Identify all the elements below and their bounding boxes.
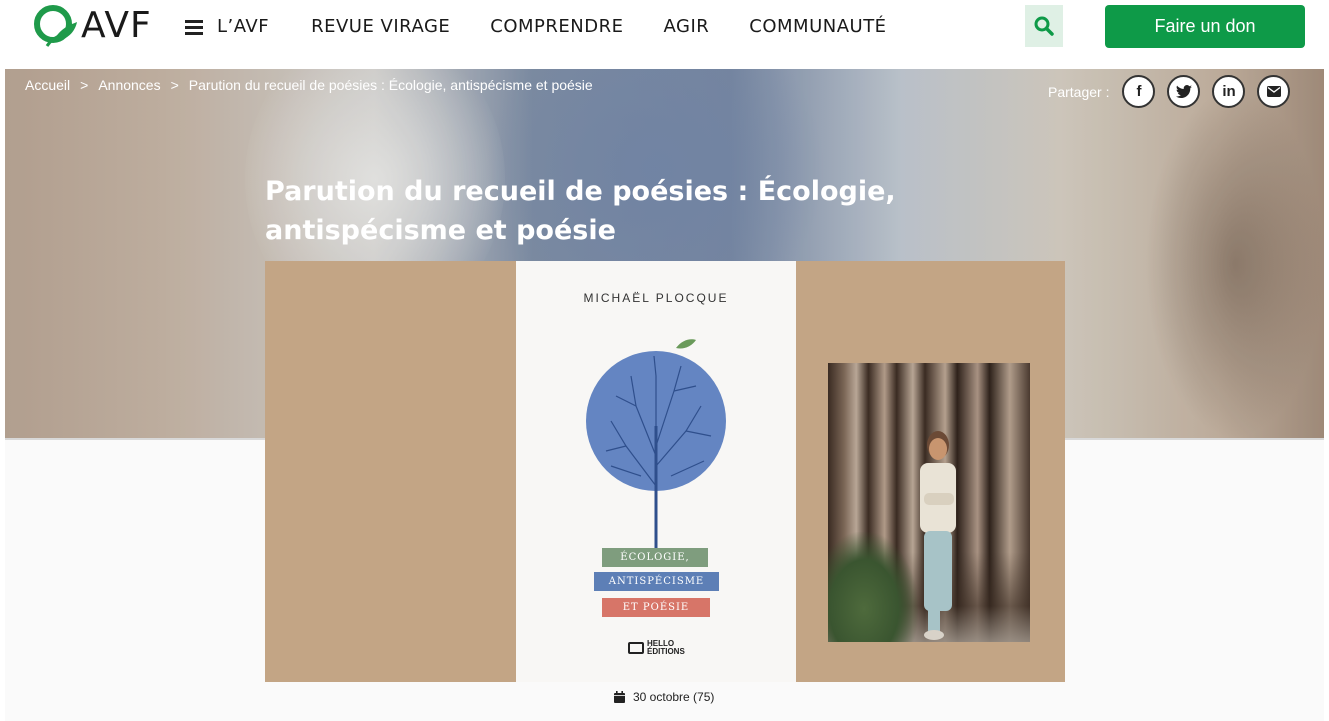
tree-illustration (586, 339, 726, 551)
event-date-text: 30 octobre (75) (633, 690, 715, 704)
article-title: Parution du recueil de poésies : Écologi… (265, 176, 896, 246)
calendar-icon (614, 691, 625, 703)
share-bar: Partager : f in (1048, 75, 1302, 108)
avf-logo[interactable]: AVF (33, 4, 152, 48)
facebook-icon: f (1136, 83, 1142, 100)
book-icon (628, 641, 644, 654)
share-label: Partager : (1048, 83, 1110, 100)
main-nav: L’AVF REVUE VIRAGE COMPRENDRE AGIR COMMU… (185, 14, 927, 40)
email-share-button[interactable] (1257, 75, 1291, 108)
plant-image (828, 532, 918, 642)
publisher-line-1: HELLO (647, 639, 675, 648)
logo-text: AVF (81, 5, 152, 46)
book-label-ecologie: ÉCOLOGIE, (602, 548, 708, 567)
twitter-icon (1175, 84, 1192, 98)
site-header: AVF L’AVF REVUE VIRAGE COMPRENDRE AGIR C… (0, 0, 1329, 69)
breadcrumb-home[interactable]: Accueil (25, 77, 70, 93)
book-label-poesie: ET POÉSIE (602, 598, 710, 617)
linkedin-icon: in (1222, 83, 1236, 100)
event-date: 30 octobre (75) (614, 690, 714, 704)
linkedin-share-button[interactable]: in (1212, 75, 1246, 108)
search-icon (1034, 16, 1054, 36)
breadcrumb: Accueil > Annonces > Parution du recueil… (25, 77, 603, 93)
publisher-logo: HELLO ÉDITIONS (628, 639, 685, 656)
donate-button[interactable]: Faire un don (1105, 5, 1305, 48)
facebook-share-button[interactable]: f (1122, 75, 1156, 108)
author-photo (828, 363, 1030, 642)
book-label-antispecisme: ANTISPÉCISME (594, 572, 719, 591)
article-featured-image: MICHAËL PLOCQUE ÉCOLOGIE, ANTISPÉCISME E… (265, 261, 1065, 682)
book-cover: MICHAËL PLOCQUE ÉCOLOGIE, ANTISPÉCISME E… (516, 261, 796, 682)
mail-icon (1266, 86, 1281, 97)
nav-item-revue-virage[interactable]: REVUE VIRAGE (311, 14, 450, 40)
menu-icon[interactable] (185, 19, 203, 35)
book-author: MICHAËL PLOCQUE (583, 291, 729, 305)
breadcrumb-annonces[interactable]: Annonces (98, 77, 160, 93)
breadcrumb-separator: > (80, 77, 89, 93)
nav-item-lavf[interactable]: L’AVF (217, 14, 269, 40)
breadcrumb-separator: > (170, 77, 179, 93)
search-button[interactable] (1025, 5, 1063, 47)
breadcrumb-current: Parution du recueil de poésies : Écologi… (188, 77, 593, 93)
person-figure (920, 431, 956, 640)
publisher-line-2: ÉDITIONS (647, 647, 685, 656)
nav-item-communaute[interactable]: COMMUNAUTÉ (749, 14, 886, 40)
leaf-logo-icon (34, 5, 77, 47)
nav-item-comprendre[interactable]: COMPRENDRE (490, 14, 623, 40)
twitter-share-button[interactable] (1167, 75, 1201, 108)
nav-item-agir[interactable]: AGIR (664, 14, 710, 40)
